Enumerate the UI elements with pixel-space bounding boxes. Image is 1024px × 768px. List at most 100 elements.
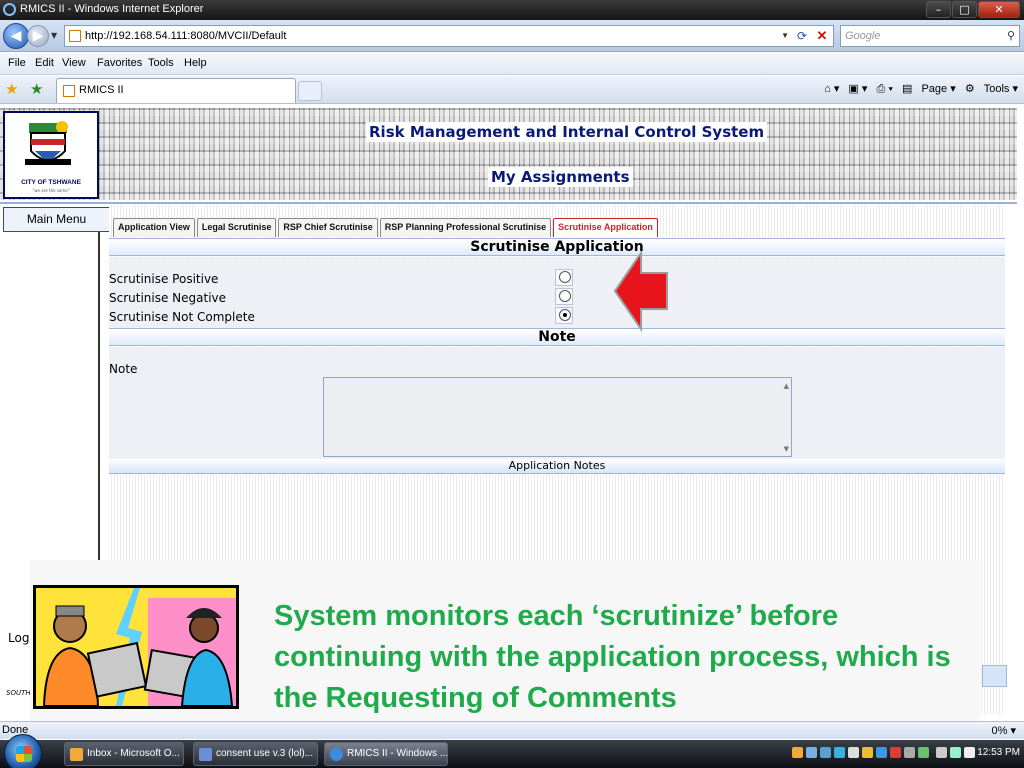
tray-wifi-icon[interactable] [950, 747, 961, 758]
tray-power-icon[interactable] [918, 747, 929, 758]
radio-scrutinise-not-complete[interactable] [559, 309, 571, 321]
system-title: Risk Management and Internal Control Sys… [366, 122, 768, 142]
command-bar: ⌂ ▾ ▣ ▾ ⎙ ▾ ▤ Page ▾ ⚙ Tools ▾ [818, 82, 1018, 96]
maximize-button[interactable]: □ [952, 1, 977, 18]
note-textarea[interactable]: ▲ ▼ [323, 377, 792, 457]
menu-file[interactable]: File [8, 57, 26, 69]
option-label-negative: Scrutinise Negative [109, 291, 227, 305]
south-label: SOUTH [6, 689, 31, 697]
print-icon[interactable]: ⎙ ▾ [876, 83, 892, 95]
menu-help[interactable]: Help [184, 57, 207, 69]
tab-rsp-planning-professional-scrutinise[interactable]: RSP Planning Professional Scrutinise [379, 218, 552, 237]
home-icon[interactable]: ⌂ ▾ [824, 83, 839, 95]
url-field[interactable]: http://192.168.54.111:8080/MVCII/Default… [64, 25, 834, 47]
tray-monitor-icon[interactable] [834, 747, 845, 758]
application-notes-header[interactable]: Application Notes [109, 459, 1005, 474]
address-bar: ◀ ▶ ▼ http://192.168.54.111:8080/MVCII/D… [0, 20, 1024, 52]
system-tray: 12:53 PM [790, 740, 1024, 768]
url-dropdown-icon[interactable]: ▼ [781, 26, 789, 46]
scroll-up-icon[interactable]: ▲ [784, 382, 789, 390]
zoom-level[interactable]: 0% ▾ [992, 724, 1016, 737]
start-button[interactable] [4, 734, 42, 768]
tab-rsp-chief-scrutinise[interactable]: RSP Chief Scrutinise [278, 218, 378, 237]
header-banner: CITY OF TSHWANE "we are the same" Risk M… [0, 108, 1017, 200]
menu-favorites[interactable]: Favorites [97, 57, 142, 69]
tray-volume-icon[interactable] [964, 747, 975, 758]
radio-scrutinise-negative[interactable] [559, 290, 571, 302]
feeds-icon[interactable]: ▣ ▾ [848, 83, 867, 95]
tray-shield-icon[interactable] [862, 747, 873, 758]
cartoon-image [33, 585, 239, 709]
minimize-button[interactable]: – [926, 1, 951, 18]
history-dropdown-icon[interactable]: ▼ [51, 31, 57, 40]
note-label: Note [109, 362, 138, 376]
note-section: Note ▲ ▼ [109, 347, 1005, 459]
tray-network-icon[interactable] [820, 747, 831, 758]
tab-bar: ★ ★ RMICS II ⌂ ▾ ▣ ▾ ⎙ ▾ ▤ Page ▾ ⚙ Tool… [0, 76, 1024, 104]
tray-app-icon[interactable] [806, 747, 817, 758]
window-titlebar: RMICS II - Windows Internet Explorer – □… [0, 0, 1024, 20]
search-input[interactable]: Google ⚲ [840, 25, 1020, 47]
taskbar-item-powerpoint[interactable]: consent use v.3 (lol)... [193, 742, 318, 766]
scrutinise-heading: Scrutinise Application [109, 238, 1005, 256]
window-title: RMICS II - Windows Internet Explorer [20, 3, 204, 15]
tray-outlook-icon[interactable] [792, 747, 803, 758]
coat-of-arms-icon [25, 121, 71, 165]
menu-edit[interactable]: Edit [35, 57, 54, 69]
cartoon-illustration-icon [36, 588, 236, 706]
tray-battery-icon[interactable] [936, 747, 947, 758]
right-panel-strip [982, 665, 1007, 687]
city-logo: CITY OF TSHWANE "we are the same" [3, 111, 99, 199]
main-menu-button[interactable]: Main Menu [3, 207, 110, 232]
logo-text: CITY OF TSHWANE [21, 179, 81, 186]
refresh-icon[interactable]: ⟳ [793, 27, 811, 45]
menu-tools[interactable]: Tools [148, 57, 174, 69]
note-heading: Note [109, 328, 1005, 346]
search-placeholder: Google [845, 30, 881, 42]
taskbar-item-ie[interactable]: RMICS II - Windows ... [324, 742, 448, 766]
page-title: My Assignments [488, 167, 633, 187]
tray-device-icon[interactable] [848, 747, 859, 758]
tray-alert-icon[interactable] [890, 747, 901, 758]
logo-motto: "we are the same" [32, 188, 70, 193]
tab-application-view[interactable]: Application View [113, 218, 195, 237]
close-button[interactable]: ✕ [978, 1, 1020, 18]
page-menu[interactable]: ▤ Page ▾ [902, 83, 956, 95]
tab-scrutinise-application[interactable]: Scrutinise Application [553, 218, 658, 237]
back-button[interactable]: ◀ [3, 23, 29, 49]
clock[interactable]: 12:53 PM [977, 747, 1020, 758]
tab-legal-scrutinise[interactable]: Legal Scrutinise [196, 218, 277, 237]
ie-icon [3, 3, 16, 16]
browser-tab[interactable]: RMICS II [56, 78, 296, 103]
tab-page-icon [63, 85, 75, 97]
url-text: http://192.168.54.111:8080/MVCII/Default [85, 30, 287, 42]
option-label-positive: Scrutinise Positive [109, 272, 219, 286]
slide-caption: System monitors each ‘scrutinize’ before… [274, 600, 951, 714]
radio-scrutinise-positive[interactable] [559, 271, 571, 283]
tab-title: RMICS II [79, 84, 124, 96]
stop-icon[interactable]: ✕ [813, 27, 831, 45]
outlook-icon [70, 748, 83, 761]
windows-logo-icon [16, 746, 32, 762]
red-arrow-icon [613, 251, 668, 333]
forward-button[interactable]: ▶ [27, 25, 49, 47]
scrutinise-options: Scrutinise Positive Scrutinise Negative … [109, 257, 1005, 328]
tray-sync-icon[interactable] [876, 747, 887, 758]
scroll-down-icon[interactable]: ▼ [784, 445, 789, 453]
status-bar: Done 0% ▾ [0, 721, 1024, 739]
windows-taskbar: Inbox - Microsoft O... consent use v.3 (… [0, 734, 1024, 768]
tray-bluetooth-icon[interactable] [904, 747, 915, 758]
ie-icon [330, 748, 343, 761]
add-favorites-icon[interactable]: ★ [30, 80, 43, 98]
workflow-tabs: Application View Legal Scrutinise RSP Ch… [113, 218, 658, 238]
tools-menu[interactable]: ⚙ Tools ▾ [965, 83, 1018, 95]
menu-view[interactable]: View [62, 57, 86, 69]
log-link[interactable]: Log [8, 631, 29, 645]
taskbar-item-outlook[interactable]: Inbox - Microsoft O... [64, 742, 184, 766]
new-tab-button[interactable] [298, 81, 322, 101]
header-divider [0, 202, 1017, 204]
favorites-star-icon[interactable]: ★ [5, 80, 18, 98]
option-label-not-complete: Scrutinise Not Complete [109, 310, 255, 324]
search-icon[interactable]: ⚲ [1007, 26, 1015, 46]
page-icon [69, 30, 81, 42]
